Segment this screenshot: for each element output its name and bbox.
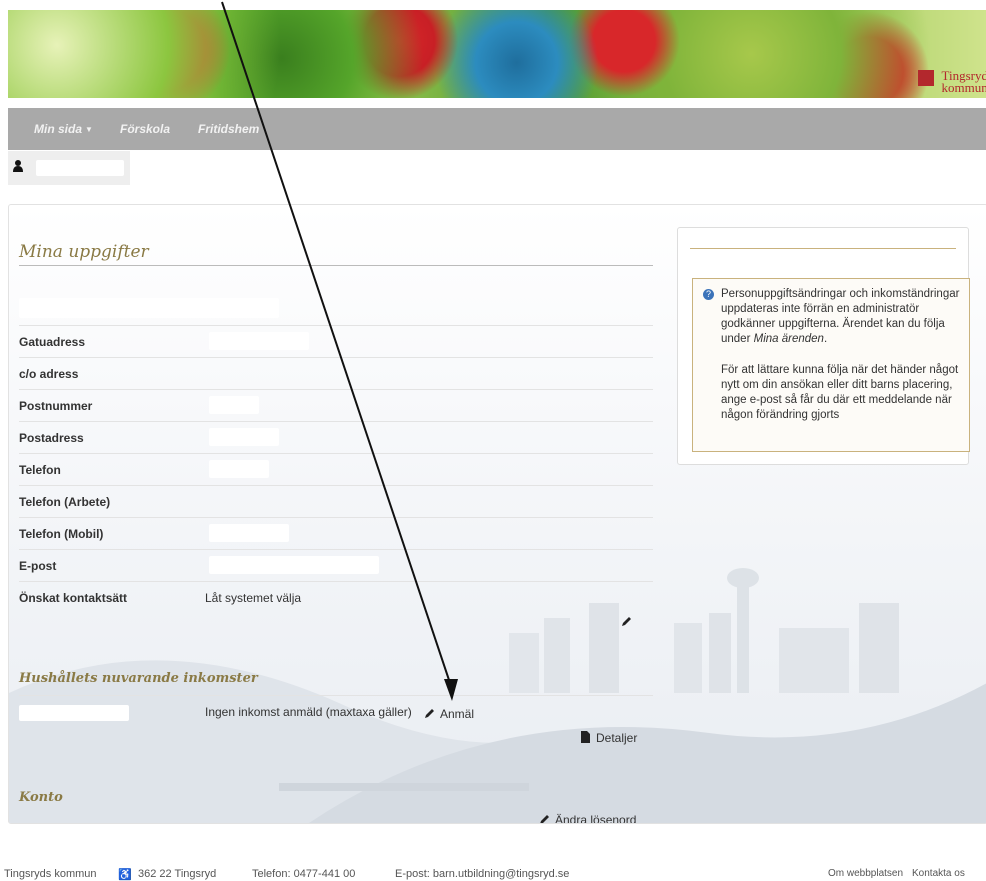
site-footer: Tingsryds kommun ♿ 362 22 Tingsryd Telef… bbox=[0, 866, 986, 881]
main-navigation: Min sida ▼ Förskola Fritidshem bbox=[8, 108, 986, 150]
edit-contact-info-button[interactable] bbox=[621, 615, 633, 627]
field-row: Telefon bbox=[19, 453, 653, 485]
field-row: Gatuadress bbox=[19, 325, 653, 357]
income-details-link[interactable]: Detaljer bbox=[596, 731, 637, 745]
field-row: E-post bbox=[19, 549, 653, 581]
value-redacted bbox=[209, 556, 379, 574]
field-label: c/o adress bbox=[19, 367, 79, 381]
sidebar-divider bbox=[690, 248, 956, 249]
pencil-icon bbox=[425, 709, 434, 718]
field-label: E-post bbox=[19, 559, 57, 573]
info-icon: ? bbox=[703, 289, 714, 300]
about-site-link[interactable]: Om webbplatsen bbox=[828, 868, 903, 879]
footer-email[interactable]: E-post: barn.utbildning@tingsryd.se bbox=[395, 868, 569, 880]
header-banner: Tingsryd kommun bbox=[8, 10, 986, 98]
info-paragraph-1: Personuppgiftsändringar och inkomständri… bbox=[721, 287, 967, 347]
value-redacted bbox=[209, 428, 279, 446]
field-row: c/o adress bbox=[19, 357, 653, 389]
field-row: Telefon (Mobil) bbox=[19, 517, 653, 549]
income-section-title: Hushållets nuvarande inkomster bbox=[19, 671, 258, 686]
value-redacted bbox=[209, 524, 289, 542]
value-redacted bbox=[209, 396, 259, 414]
user-icon bbox=[13, 160, 23, 172]
user-badge[interactable] bbox=[8, 151, 130, 185]
value-redacted bbox=[209, 460, 269, 478]
footer-org: Tingsryds kommun bbox=[4, 868, 97, 880]
nav-item-forskola[interactable]: Förskola bbox=[120, 122, 170, 136]
field-row: Telefon (Arbete) bbox=[19, 485, 653, 517]
person-name-redacted bbox=[19, 298, 279, 318]
field-label: Telefon bbox=[19, 463, 61, 477]
field-label: Postadress bbox=[19, 431, 84, 445]
pencil-icon bbox=[540, 815, 549, 823]
change-password-link[interactable]: Ändra lösenord bbox=[555, 813, 636, 823]
my-cases-reference: Mina ärenden bbox=[753, 333, 824, 345]
income-status: Ingen inkomst anmäld (maxtaxa gäller) bbox=[205, 705, 412, 719]
field-label: Telefon (Arbete) bbox=[19, 495, 111, 509]
municipality-logo[interactable]: Tingsryd kommun bbox=[918, 69, 986, 95]
accessibility-icon: ♿ bbox=[118, 869, 132, 881]
info-paragraph-2: För att lättare kunna följa när det händ… bbox=[721, 364, 959, 421]
contact-link[interactable]: Kontakta os bbox=[912, 868, 965, 879]
info-text-part: . bbox=[823, 333, 828, 345]
document-icon bbox=[581, 731, 590, 743]
user-name-redacted bbox=[36, 160, 124, 176]
info-sidebar: ? Personuppgiftsändringar och inkomständ… bbox=[677, 227, 970, 465]
chevron-down-icon: ▼ bbox=[85, 125, 93, 135]
footer-phone: Telefon: 0477-441 00 bbox=[252, 868, 356, 880]
field-value: Låt systemet välja bbox=[205, 591, 302, 605]
income-row: Ingen inkomst anmäld (maxtaxa gäller) bbox=[19, 695, 653, 730]
footer-address: 362 22 Tingsryd bbox=[138, 868, 217, 880]
field-label: Telefon (Mobil) bbox=[19, 527, 104, 541]
page-title: Mina uppgifter bbox=[19, 242, 653, 266]
report-income-link[interactable]: Anmäl bbox=[440, 707, 474, 721]
nav-label: Min sida bbox=[34, 122, 83, 136]
content-panel: Mina uppgifter Gatuadress c/o adress Pos… bbox=[8, 204, 986, 824]
field-label: Gatuadress bbox=[19, 335, 86, 349]
field-label: Önskat kontaktsätt bbox=[19, 591, 128, 605]
value-redacted bbox=[209, 332, 309, 350]
account-section-title: Konto bbox=[19, 790, 63, 805]
field-label: Postnummer bbox=[19, 399, 93, 413]
field-row: Önskat kontaktsätt Låt systemet välja bbox=[19, 581, 653, 613]
income-person-redacted bbox=[19, 705, 129, 721]
info-notice: ? Personuppgiftsändringar och inkomständ… bbox=[692, 278, 970, 452]
nav-item-min-sida[interactable]: Min sida ▼ bbox=[34, 122, 93, 136]
field-row: Postnummer bbox=[19, 389, 653, 421]
crest-icon bbox=[918, 70, 935, 86]
nav-item-fritidshem[interactable]: Fritidshem bbox=[198, 122, 259, 136]
logo-line-2: kommun bbox=[941, 80, 986, 95]
field-row: Postadress bbox=[19, 421, 653, 453]
